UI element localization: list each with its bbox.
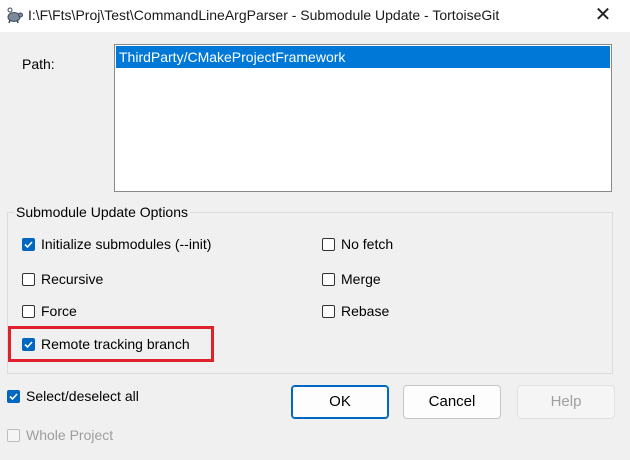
checkbox-checked-icon [22, 237, 35, 251]
path-label: Path: [22, 56, 55, 72]
init-checkbox[interactable]: Initialize submodules (--init) [22, 234, 211, 254]
whole-project-checkbox: Whole Project [7, 425, 113, 445]
cancel-button[interactable]: Cancel [403, 385, 501, 419]
checkbox-icon [7, 428, 20, 442]
no-fetch-label: No fetch [341, 236, 394, 252]
no-fetch-checkbox[interactable]: No fetch [322, 234, 393, 254]
select-all-checkbox[interactable]: Select/deselect all [7, 386, 139, 406]
tortoisegit-icon [4, 6, 24, 26]
checkbox-icon [22, 304, 35, 318]
checkbox-icon [322, 237, 335, 251]
ok-button[interactable]: OK [291, 385, 389, 419]
list-item[interactable]: ThirdParty/CMakeProjectFramework [116, 46, 610, 68]
options-group-title: Submodule Update Options [14, 204, 190, 220]
force-checkbox[interactable]: Force [22, 301, 77, 321]
path-list[interactable]: ThirdParty/CMakeProjectFramework [114, 44, 612, 192]
rebase-checkbox[interactable]: Rebase [322, 301, 389, 321]
close-icon: ✕ [594, 4, 612, 26]
remote-tracking-label: Remote tracking branch [41, 336, 190, 352]
merge-checkbox[interactable]: Merge [322, 269, 381, 289]
force-label: Force [41, 303, 77, 319]
close-button[interactable]: ✕ [580, 0, 626, 32]
checkbox-icon [322, 272, 335, 286]
checkbox-checked-icon [7, 389, 20, 403]
recursive-checkbox[interactable]: Recursive [22, 269, 103, 289]
checkbox-icon [322, 304, 335, 318]
checkbox-checked-icon [22, 337, 35, 351]
init-label: Initialize submodules (--init) [41, 236, 212, 252]
checkbox-icon [22, 272, 35, 286]
select-all-label: Select/deselect all [26, 388, 139, 404]
recursive-label: Recursive [41, 271, 104, 287]
remote-tracking-checkbox[interactable]: Remote tracking branch [22, 334, 190, 354]
merge-label: Merge [341, 271, 381, 287]
whole-project-label: Whole Project [26, 427, 114, 443]
window-title: I:\F\Fts\Proj\Test\CommandLineArgParser … [28, 7, 500, 23]
help-button: Help [517, 385, 615, 419]
title-bar: I:\F\Fts\Proj\Test\CommandLineArgParser … [0, 0, 630, 32]
rebase-label: Rebase [341, 303, 390, 319]
